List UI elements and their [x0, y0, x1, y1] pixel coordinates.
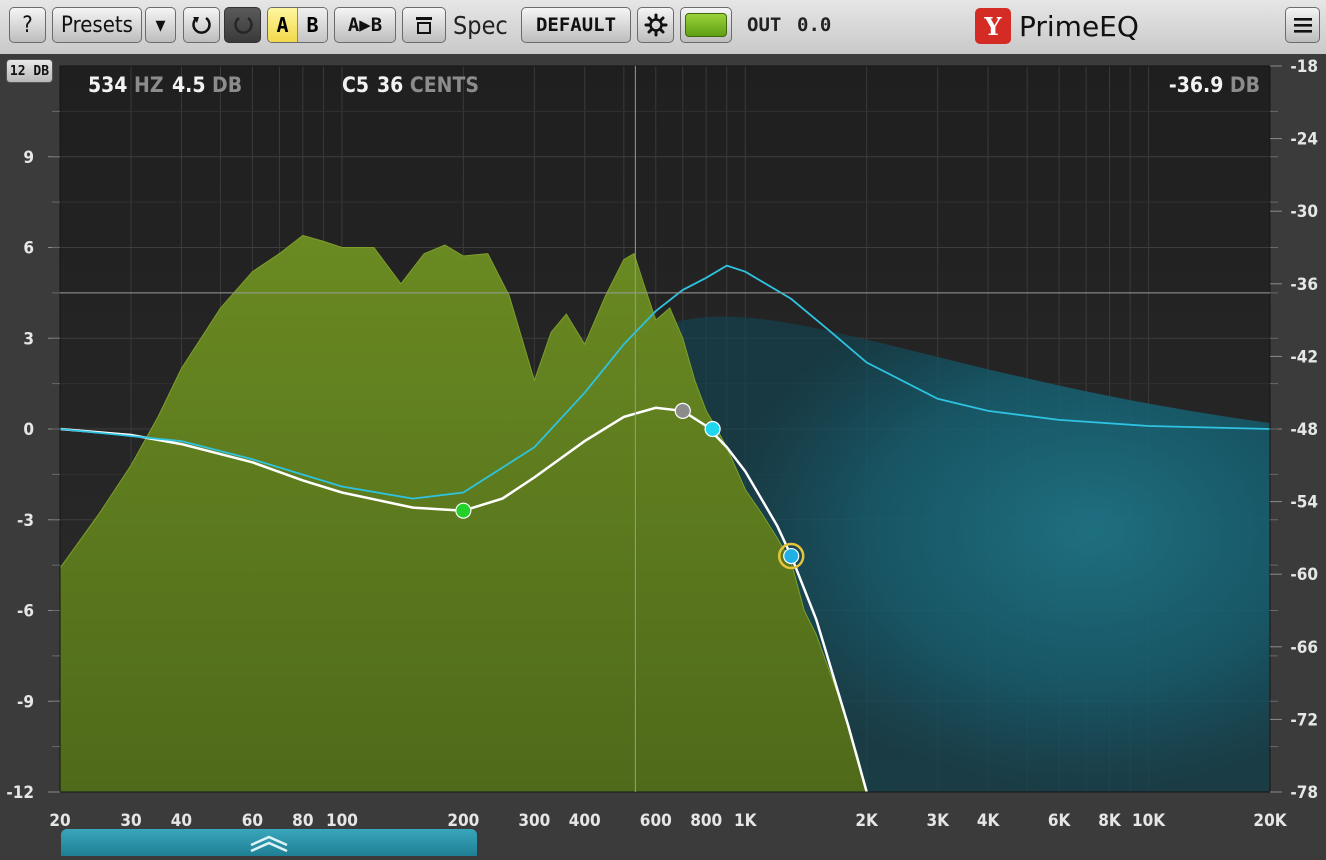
x-tick-label: 80 — [292, 811, 313, 831]
x-tick-label: 1K — [734, 811, 758, 831]
x-tick-label: 4K — [977, 811, 1001, 831]
settings-button[interactable] — [637, 7, 674, 43]
spec-label: Spec — [453, 10, 508, 40]
brand-name: PrimeEQ — [1019, 9, 1139, 43]
readout-level-unit: DB — [1230, 73, 1260, 97]
y-right-tick-label: -78 — [1290, 783, 1318, 803]
y-left-tick-label: 9 — [23, 148, 34, 168]
band-node[interactable] — [704, 420, 721, 438]
x-tick-label: 40 — [171, 811, 192, 831]
x-tick-label: 800 — [690, 811, 722, 831]
copy-a-to-b-button[interactable]: A▶B — [334, 7, 396, 43]
bottom-panel-handle[interactable] — [61, 829, 477, 856]
brand-logo-icon: Y — [975, 8, 1011, 44]
toolbar: ? Presets ▾ A B A▶B Spec DEFAULT OUT 0.0… — [0, 0, 1326, 55]
presets-button[interactable]: Presets — [52, 7, 142, 43]
y-left-tick-label: 6 — [23, 239, 34, 259]
readout-note-value: C5 — [342, 73, 369, 97]
y-left-tick-label: -6 — [17, 602, 34, 622]
undo-button[interactable] — [183, 7, 220, 43]
y-right-tick-label: -60 — [1290, 565, 1318, 585]
eq-graph[interactable]: 20 30 40 60 80 100 200 300 400 600 800 1K 2K 3K 4K 6K 8K… — [0, 54, 1326, 856]
y-left-tick-label: 3 — [23, 329, 34, 349]
y-right-tick-label: -72 — [1290, 710, 1318, 730]
presets-dropdown-button[interactable]: ▾ — [145, 7, 176, 43]
out-label: OUT — [747, 14, 782, 36]
redo-icon — [233, 16, 253, 34]
layout-icon — [416, 17, 432, 34]
layout-button[interactable] — [402, 7, 446, 43]
band-node[interactable] — [783, 547, 800, 565]
preset-b-button[interactable]: B — [297, 8, 327, 42]
chevron-down-icon: ▾ — [155, 12, 166, 38]
readout-cents-unit: CENTS — [410, 73, 479, 97]
x-tick-label: 200 — [447, 811, 479, 831]
ab-switch: A B — [267, 7, 328, 43]
x-tick-label: 400 — [569, 811, 601, 831]
y-right-tick-label: -24 — [1290, 130, 1318, 150]
gear-icon — [644, 13, 667, 37]
undo-icon — [191, 16, 211, 34]
x-tick-label: 2K — [855, 811, 879, 831]
y-right-tick-label: -48 — [1290, 420, 1318, 440]
readout-frequency-unit: HZ — [134, 73, 164, 97]
readout-gain-unit: DB — [212, 73, 242, 97]
x-tick-label: 10K — [1132, 811, 1166, 831]
y-left-tick-label: 0 — [23, 420, 34, 440]
readout-group: -36.9 DB — [1169, 73, 1260, 97]
x-tick-label: 100 — [326, 811, 358, 831]
readout-group: 36 CENTS — [377, 73, 479, 97]
hamburger-menu-icon — [1293, 18, 1312, 33]
graph-area: 20 30 40 60 80 100 200 300 400 600 800 1K 2K 3K 4K 6K 8K… — [0, 54, 1326, 856]
main-menu-button[interactable] — [1285, 7, 1320, 43]
out-gain-value[interactable]: 0.0 — [797, 7, 831, 43]
readout-group: 4.5 DB — [172, 73, 242, 97]
readout-frequency-value: 534 — [88, 73, 134, 97]
readout-group: 534 HZ — [88, 73, 164, 97]
readout-cents-value: 36 — [377, 73, 410, 97]
y-right-tick-label: -66 — [1290, 638, 1318, 658]
y-left-tick-label: -3 — [17, 511, 34, 531]
band-node[interactable] — [455, 502, 472, 519]
x-tick-label: 6K — [1048, 811, 1072, 831]
band-node[interactable] — [674, 402, 691, 419]
preset-a-button[interactable]: A — [268, 8, 297, 42]
x-tick-label: 8K — [1098, 811, 1122, 831]
y-right-tick-label: -18 — [1290, 57, 1318, 77]
x-tick-label: 600 — [640, 811, 672, 831]
presets-label: Presets — [61, 12, 133, 38]
analyzer-led — [685, 13, 727, 37]
redo-button[interactable] — [224, 7, 261, 43]
x-tick-label: 60 — [242, 811, 263, 831]
y-right-tick-label: -36 — [1290, 275, 1318, 295]
x-tick-label: 3K — [926, 811, 950, 831]
help-label: ? — [22, 12, 33, 38]
y-left-tick-label: -12 — [6, 783, 34, 803]
x-tick-label: 300 — [518, 811, 550, 831]
x-tick-label: 30 — [120, 811, 141, 831]
brand: Y PrimeEQ — [975, 8, 1139, 44]
x-tick-label: 20 — [49, 811, 70, 831]
y-right-tick-label: -54 — [1290, 493, 1318, 513]
x-tick-label: 20K — [1253, 811, 1287, 831]
chevron-up-double-icon — [250, 835, 288, 852]
y-left-tick-label: -9 — [17, 692, 34, 712]
readout-gain-value: 4.5 — [172, 73, 212, 97]
readout-level-value: -36.9 — [1169, 73, 1230, 97]
range-button[interactable]: 12 DB — [6, 59, 53, 83]
analyzer-toggle[interactable] — [680, 7, 732, 43]
spec-mode-select[interactable]: DEFAULT — [521, 7, 631, 43]
y-right-tick-label: -42 — [1290, 347, 1318, 367]
help-button[interactable]: ? — [9, 7, 46, 43]
y-right-tick-label: -30 — [1290, 202, 1318, 222]
